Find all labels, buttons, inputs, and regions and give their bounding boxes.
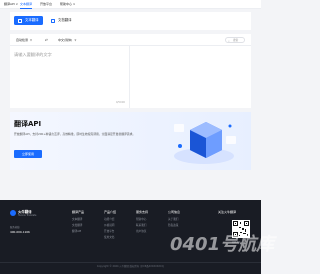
tab-label: 文本翻译 <box>25 18 39 22</box>
footer-col-title: 公司信息 <box>168 210 181 214</box>
tab-label: 文档翻译 <box>58 18 72 22</box>
footer-link[interactable]: 功能介绍 <box>104 218 114 221</box>
watermark-text: 0401号航库 <box>170 234 275 255</box>
footer-link[interactable]: 开放平台 <box>104 230 114 233</box>
source-input-placeholder: 请输入要翻译的文字 <box>14 52 52 57</box>
hotline-phone: 400-000-1166 <box>10 230 30 234</box>
footer-col-title: 服务支持 <box>136 210 149 214</box>
target-language-select[interactable]: 中文(简体) ▼ <box>58 38 76 43</box>
footer-link[interactable]: 用户协议 <box>136 230 146 233</box>
text-icon <box>18 18 22 23</box>
brand-logo-icon <box>10 210 16 216</box>
tab-document-translate[interactable]: 文档翻译 <box>47 16 77 25</box>
source-text-area[interactable]: 请输入要翻译的文字 0/5000 <box>10 46 130 108</box>
footer-link[interactable]: 文档翻译 <box>72 224 82 227</box>
target-text-area <box>130 46 251 108</box>
footer-link[interactable]: 使用文档 <box>104 236 114 239</box>
api-banner-description: 开放翻译API，支持200+种语言互译，高效精准，即时生效按需调用，全面满足开发… <box>14 132 136 136</box>
nav-item-translate-api[interactable]: 翻译API ∨ <box>4 2 18 6</box>
swap-icon[interactable]: ⇄ <box>45 38 48 42</box>
source-language-select[interactable]: 自动检测 ▼ <box>16 38 32 43</box>
footer-link[interactable]: 翻译API <box>72 230 81 233</box>
translate-mode-tabs: 文本翻译 文档翻译 <box>10 12 251 30</box>
nav-item-text-translate[interactable]: 文本翻译 <box>20 2 32 6</box>
footer-col-title: 翻译产品 <box>72 210 85 214</box>
nav-item-open-platform[interactable]: 开放平台 <box>40 2 52 6</box>
source-language-label: 自动检测 <box>16 38 29 42</box>
footer-link[interactable]: 文本翻译 <box>72 218 82 221</box>
language-bar: 自动检测 ▼ ⇄ 中文(简体) ▼ ⌕ 搜索 <box>10 34 251 46</box>
api-start-button[interactable]: 立即使用 <box>14 150 42 158</box>
footer-link[interactable]: 帮助中心 <box>136 218 146 221</box>
target-language-label: 中文(简体) <box>58 38 73 42</box>
footer-brand-sub: Huoniu Translate <box>18 214 37 217</box>
tab-text-translate[interactable]: 文本翻译 <box>14 16 43 25</box>
footer-link[interactable]: 联系我们 <box>136 224 146 227</box>
chevron-down-icon: ▼ <box>74 39 77 42</box>
nav-active-indicator <box>20 7 32 9</box>
top-navigation: 翻译API ∨ 文本翻译 开放平台 帮助中心 ∨ <box>0 0 261 9</box>
language-search-input[interactable]: ⌕ 搜索 <box>225 37 245 43</box>
chevron-down-icon: ▼ <box>30 39 33 42</box>
footer-link[interactable]: 隐私政策 <box>168 224 178 227</box>
footer-link[interactable]: 关于我们 <box>168 218 178 221</box>
document-icon <box>51 18 55 23</box>
footer-link[interactable]: 价格说明 <box>104 224 114 227</box>
api-promo-banner: 翻译API 开放翻译API，支持200+种语言互译，高效精准，即时生效按需调用，… <box>10 112 251 170</box>
search-placeholder: 搜索 <box>233 39 239 42</box>
search-icon: ⌕ <box>228 38 230 43</box>
hotline-label: 服务热线 <box>10 226 20 229</box>
footer-col-title: 产品介绍 <box>104 210 117 214</box>
api-banner-title: 翻译API <box>14 120 42 128</box>
api-illustration <box>174 122 236 164</box>
translator-panel: 自动检测 ▼ ⇄ 中文(简体) ▼ ⌕ 搜索 请输入要翻译的文字 0/5000 <box>10 34 251 108</box>
qr-title: 关注火牛翻译 <box>218 210 237 214</box>
nav-item-help-center[interactable]: 帮助中心 ∨ <box>60 2 75 6</box>
copyright-text: Copyright © 2024 火牛翻译 版权所有 京ICP备XXXXXXXX… <box>0 262 261 268</box>
character-count: 0/5000 <box>115 101 125 104</box>
